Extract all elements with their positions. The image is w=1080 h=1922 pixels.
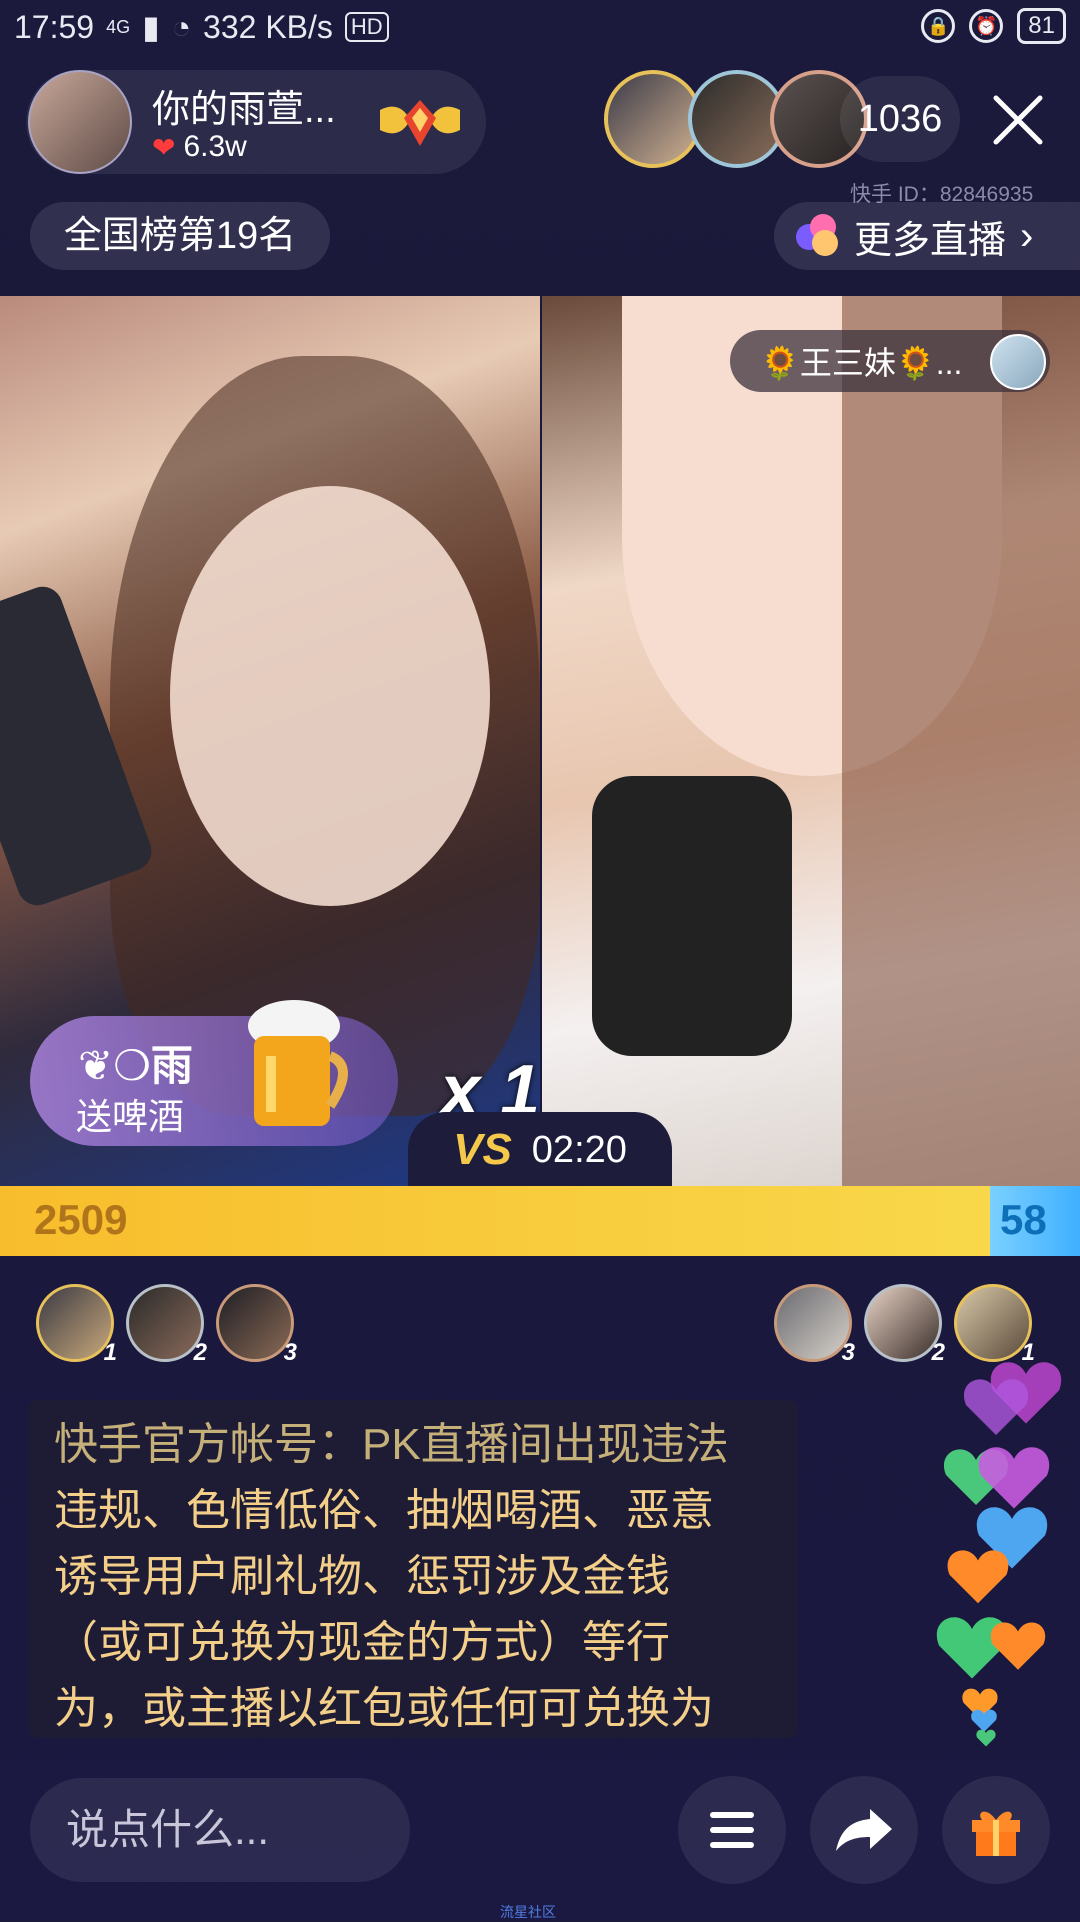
pk-timer: VS 02:20 <box>408 1112 672 1188</box>
pk-right-score: 58 <box>1000 1196 1047 1243</box>
rank-number: 1 <box>103 1339 117 1366</box>
close-icon[interactable] <box>990 92 1046 148</box>
rank-number: 2 <box>193 1339 207 1366</box>
rank-number: 3 <box>841 1339 855 1366</box>
status-bar: 17:59 4G ▮ ◔ 332 KB/s HD 🔒 ⏰ 81 <box>0 0 1080 56</box>
gift-button[interactable] <box>942 1776 1050 1884</box>
clock: 17:59 <box>14 8 95 45</box>
orbs-icon <box>796 214 840 258</box>
beer-icon <box>248 1000 348 1126</box>
viewer-count[interactable]: 1036 <box>840 76 960 162</box>
gift-box-icon <box>972 1811 1020 1856</box>
comment-input[interactable]: 说点什么... <box>30 1778 410 1882</box>
battery-indicator: 81 <box>1017 8 1066 44</box>
heart-icon <box>978 1447 1050 1509</box>
heart-icon <box>976 1729 996 1747</box>
notice-line: 快手官方帐号：PK直播间出现违法 <box>54 1420 729 1469</box>
left-contributor-1[interactable]: 1 <box>36 1284 117 1366</box>
left-contributor-3[interactable]: 3 <box>216 1284 297 1366</box>
notice-line: 诱导用户刷礼物、惩罚涉及金钱 <box>54 1552 670 1601</box>
menu-button[interactable] <box>678 1776 786 1884</box>
more-live-button[interactable]: 更多直播 › <box>774 202 1080 270</box>
opponent-name: 🌻王三妹🌻... <box>760 345 963 381</box>
rank-badge[interactable]: 全国榜第19名 <box>30 202 330 270</box>
watermark: 流星社区 <box>500 1904 556 1920</box>
right-contributor-2[interactable]: 2 <box>864 1284 945 1366</box>
lock-icon: 🔒 <box>921 9 956 43</box>
heart-icon <box>947 1550 1009 1604</box>
opponent-video[interactable] <box>542 296 1080 1186</box>
host-likes: ❤ 6.3w <box>152 130 247 164</box>
likes-count: 6.3w <box>183 130 247 163</box>
network-speed: 332 KB/s <box>203 8 333 45</box>
chevron-right-icon: › <box>1020 213 1034 258</box>
heart-icon: ❤ <box>152 131 176 163</box>
share-arrow-icon <box>836 1809 892 1851</box>
pk-progress-bar: 2509 58 <box>0 1186 1080 1256</box>
gift-text: 送啤酒 <box>76 1096 185 1137</box>
hd-icon: HD <box>344 12 389 42</box>
system-notice: 快手官方帐号：PK直播间出现违法 违规、色情低俗、抽烟喝酒、恶意 诱导用户刷礼物… <box>28 1400 798 1738</box>
pk-timer-value: 02:20 <box>531 1128 627 1171</box>
wifi-icon: ◔ <box>171 8 192 45</box>
right-contributor-3[interactable]: 3 <box>774 1284 855 1366</box>
rank-number: 3 <box>283 1339 297 1366</box>
pk-left-score: 2509 <box>34 1196 128 1243</box>
more-live-label: 更多直播 <box>854 219 1007 262</box>
status-left: 17:59 4G ▮ ◔ 332 KB/s HD <box>14 8 389 46</box>
opponent-avatar[interactable] <box>990 334 1046 390</box>
left-contributor-2[interactable]: 2 <box>126 1284 207 1366</box>
notice-line: 违规、色情低俗、抽烟喝酒、恶意 <box>54 1486 714 1535</box>
menu-icon <box>710 1812 754 1848</box>
notice-line: （或可兑换为现金的方式）等行 <box>54 1618 670 1667</box>
host-name: 你的雨萱... <box>152 89 336 131</box>
pk-left-fill <box>0 1186 990 1256</box>
gift-sender-name: ❦❍雨 <box>78 1042 193 1089</box>
host-avatar[interactable] <box>28 70 132 174</box>
notice-line: 为，或主播以红包或任何可兑换为 <box>54 1684 714 1733</box>
wing-badge-icon[interactable] <box>370 90 470 152</box>
signal-icon: ▮ <box>142 9 160 45</box>
share-button[interactable] <box>810 1776 918 1884</box>
alarm-icon: ⏰ <box>969 9 1004 43</box>
vs-icon: VS <box>453 1125 512 1174</box>
status-right: 🔒 ⏰ 81 <box>921 8 1066 44</box>
host-video-face <box>170 486 490 906</box>
network-indicator: 4G <box>106 16 131 37</box>
floating-hearts <box>936 1362 1062 1747</box>
opponent-video-hair <box>842 296 1080 1186</box>
microphone-in-video <box>592 776 792 1056</box>
heart-icon <box>990 1622 1046 1670</box>
